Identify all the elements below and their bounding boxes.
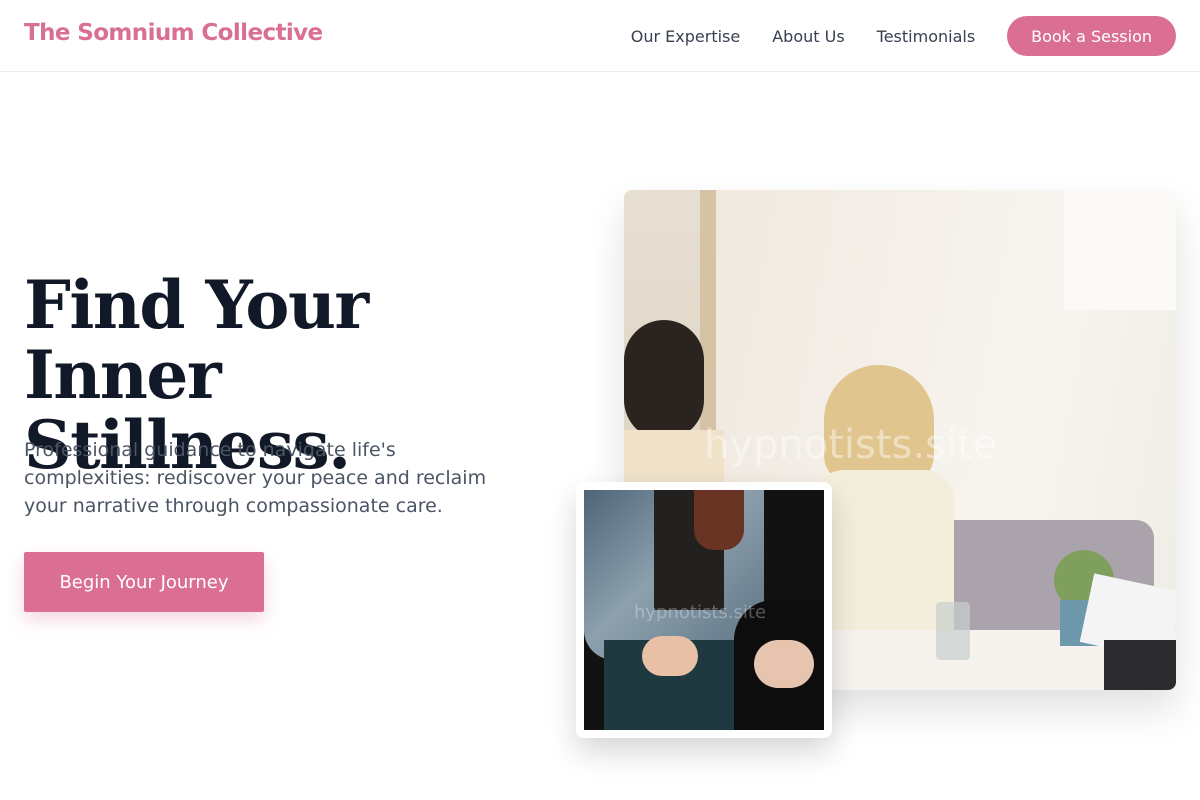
nav-link-our-expertise[interactable]: Our Expertise (631, 27, 740, 46)
support-hands-photo: hypnotists.site (576, 482, 832, 738)
hero-title-line1: Find Your Inner (24, 266, 369, 414)
photo-hair (694, 490, 744, 550)
site-header: The Somnium Collective Our Expertise Abo… (0, 0, 1200, 72)
photo-clasped-hands (642, 636, 698, 676)
book-session-button[interactable]: Book a Session (1007, 16, 1176, 56)
photo-other-hands (754, 640, 814, 688)
nav-link-about-us[interactable]: About Us (772, 27, 844, 46)
brand-logo[interactable]: The Somnium Collective (24, 20, 323, 46)
photo-therapist-arm (1104, 640, 1176, 690)
photo-person-left-hair (624, 320, 704, 440)
photo-glass (936, 602, 970, 660)
nav-link-testimonials[interactable]: Testimonials (877, 27, 976, 46)
main-nav: Our Expertise About Us Testimonials Book… (631, 16, 1176, 56)
photo-window (1064, 190, 1176, 310)
begin-journey-button[interactable]: Begin Your Journey (24, 552, 264, 612)
photo-person-center-hair (824, 365, 934, 485)
hero-subtitle: Professional guidance to navigate life's… (24, 439, 487, 517)
support-hands-photo-inner: hypnotists.site (584, 490, 824, 730)
